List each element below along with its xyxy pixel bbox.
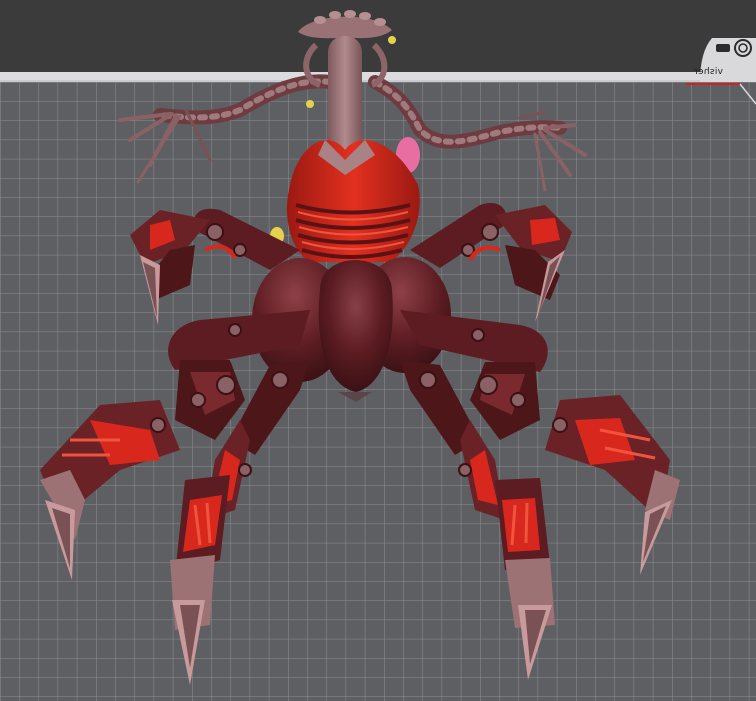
viewport-scene[interactable]	[0, 0, 756, 701]
3d-viewport[interactable]: ɹǝɥsᴉʌ	[0, 0, 756, 701]
bed-logo-text: ɹǝɥsᴉʌ	[694, 66, 724, 76]
